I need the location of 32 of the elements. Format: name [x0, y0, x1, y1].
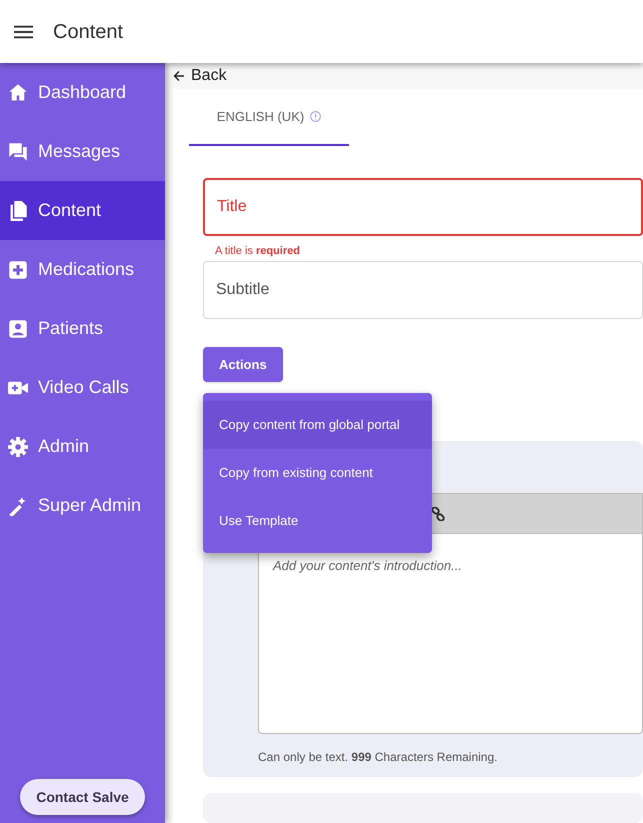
menu-icon[interactable] — [14, 24, 33, 38]
menu-item[interactable]: Use Template — [203, 497, 432, 545]
app-title: Content — [53, 20, 124, 44]
sidebar-item[interactable]: Video Calls — [0, 358, 165, 417]
actions-button[interactable]: Actions — [203, 347, 283, 382]
plus-icon — [8, 260, 28, 280]
sidebar-item[interactable]: Admin — [0, 417, 165, 476]
back-arrow-icon — [173, 70, 185, 82]
sidebar-item[interactable]: Super Admin — [0, 476, 165, 535]
sidebar-item[interactable]: Messages — [0, 122, 165, 181]
title-field[interactable]: Title — [203, 178, 643, 236]
menu-item[interactable]: Copy from existing content — [203, 449, 432, 497]
gear-icon — [8, 436, 28, 456]
introduction-field[interactable]: Add your content's introduction... — [258, 534, 643, 734]
sidebar-item[interactable]: Medications — [0, 240, 165, 299]
person-icon — [8, 318, 28, 338]
subtitle-field[interactable]: Subtitle — [203, 261, 643, 319]
error-message: A title is required — [214, 244, 301, 259]
back-link[interactable]: Back — [173, 64, 227, 88]
info-icon — [310, 111, 322, 122]
link-icon[interactable] — [431, 507, 445, 521]
sidebar-item[interactable]: Patients — [0, 299, 165, 358]
copy-icon — [8, 200, 28, 220]
home-icon — [8, 82, 28, 102]
sidebar-item[interactable]: Dashboard — [0, 63, 165, 122]
menu-item[interactable]: Copy content from global portal — [203, 401, 432, 449]
contact-button[interactable]: Contact Salve — [20, 779, 145, 815]
helper-text: Can only be text. 999 Characters Remaining. — [258, 749, 498, 766]
chat-icon — [8, 142, 28, 162]
wand-icon — [8, 496, 28, 516]
language-tab[interactable]: ENGLISH (UK) — [189, 89, 349, 146]
sidebar-item[interactable]: Content — [0, 181, 165, 240]
